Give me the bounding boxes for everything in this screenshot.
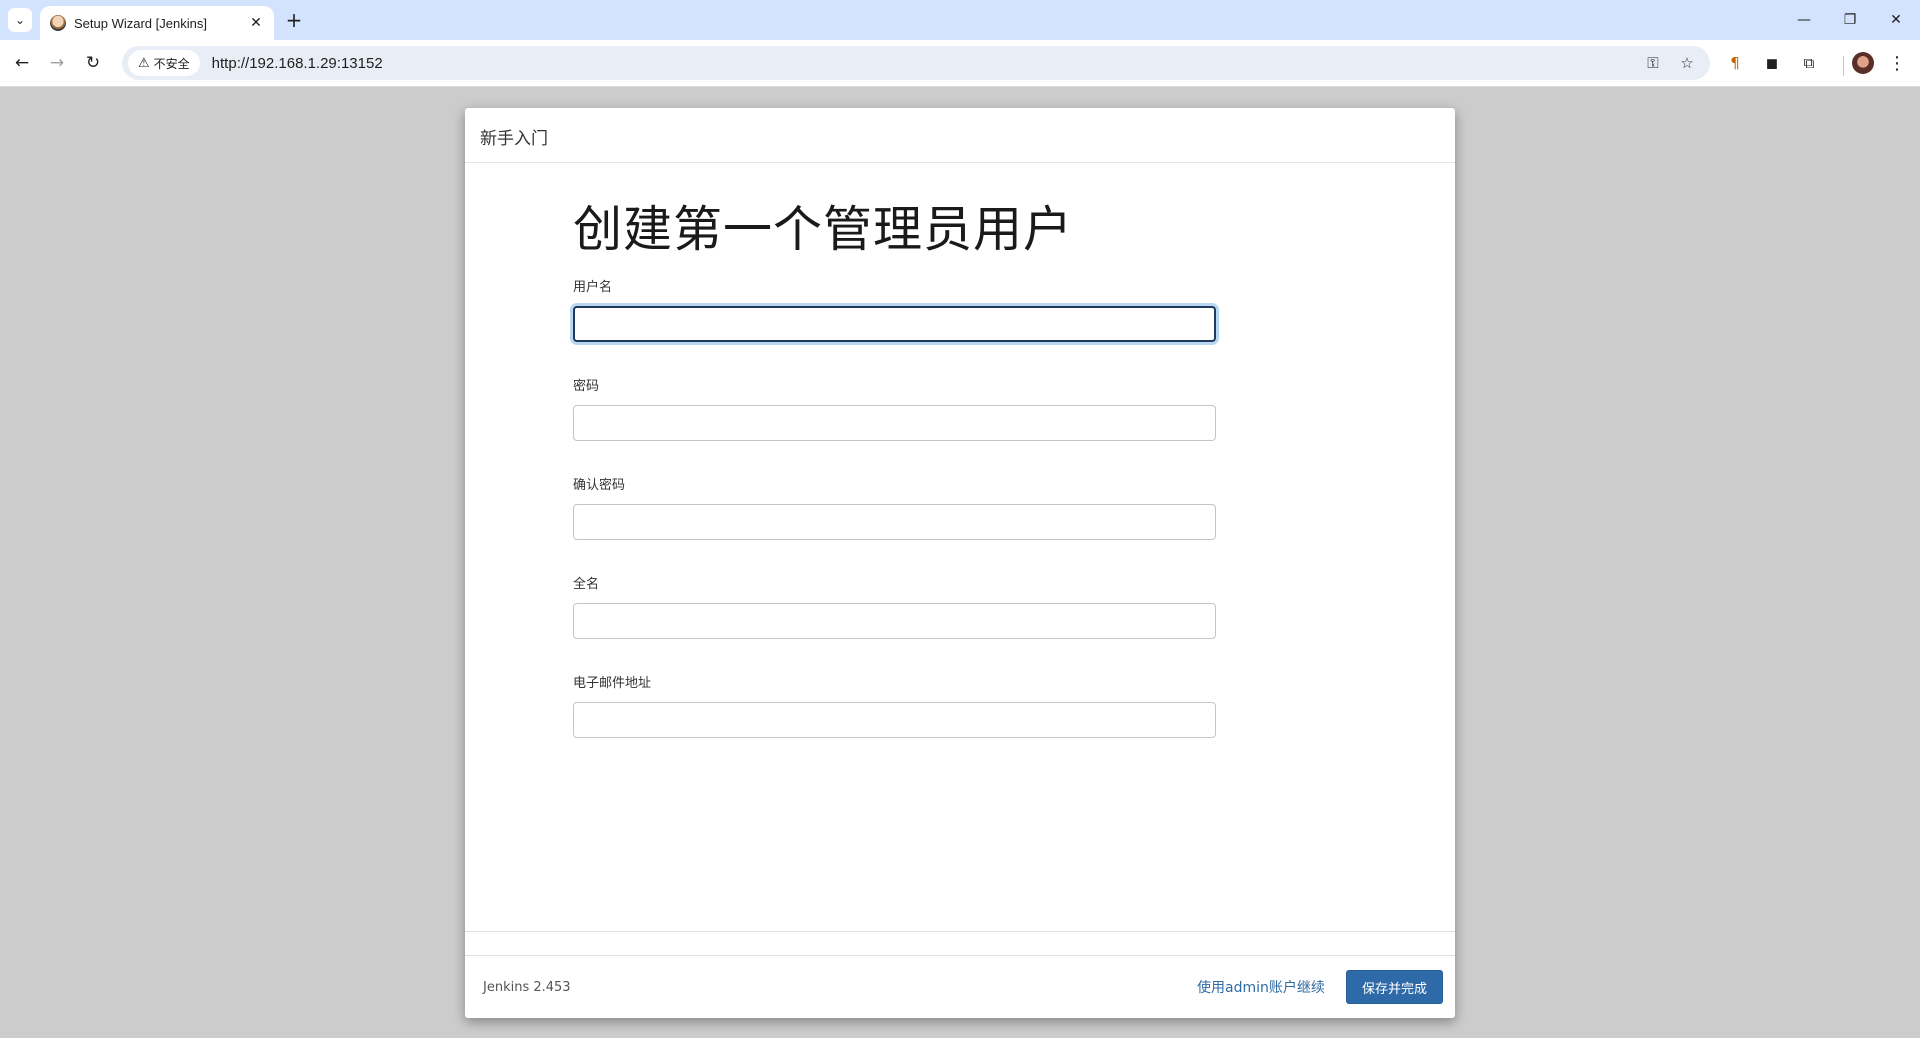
minimize-icon[interactable]: — — [1781, 0, 1827, 40]
email-label: 电子邮件地址 — [573, 676, 652, 691]
reload-icon[interactable]: ↻ — [80, 50, 106, 76]
password-label: 密码 — [573, 379, 600, 394]
tab-title: Setup Wizard [Jenkins] — [74, 15, 207, 31]
media-extension-icon[interactable]: ◼ — [1759, 50, 1785, 76]
fullname-input[interactable] — [573, 603, 1216, 639]
jenkins-favicon — [50, 15, 66, 31]
confirm-password-input[interactable] — [573, 504, 1216, 540]
back-icon[interactable]: ← — [9, 50, 35, 76]
url-text[interactable]: http://192.168.1.29:13152 — [212, 55, 383, 72]
confirm-password-label: 确认密码 — [573, 478, 626, 493]
more-icon[interactable]: ⋮ — [1884, 50, 1910, 76]
save-and-finish-button[interactable]: 保存并完成 — [1346, 970, 1443, 1004]
page-title: 创建第一个管理员用户 — [573, 201, 1074, 258]
dialog-header-title: 新手入门 — [480, 129, 548, 149]
window-close-icon[interactable]: ✕ — [1873, 0, 1919, 40]
username-label: 用户名 — [573, 280, 613, 295]
footer-divider — [465, 955, 1455, 956]
tab-list-icon[interactable]: ⌄ — [8, 8, 32, 32]
password-key-icon[interactable]: ⚿ — [1640, 50, 1666, 76]
plus-icon[interactable]: + — [282, 8, 306, 32]
email-field[interactable] — [573, 702, 1216, 738]
close-icon[interactable]: ✕ — [246, 15, 266, 31]
tab-strip: ⌄ Setup Wizard [Jenkins] ✕ + — ❐ ✕ — [0, 0, 1920, 40]
dialog-header: 新手入门 — [465, 108, 1455, 163]
extension-icon[interactable]: ⧉ — [1796, 50, 1822, 76]
toolbar-divider — [1843, 56, 1844, 76]
username-input[interactable] — [573, 306, 1216, 342]
security-label: 不安全 — [153, 56, 190, 71]
footer-divider — [465, 931, 1455, 932]
security-chip[interactable]: ⚠ 不安全 — [128, 50, 200, 76]
paragraph-extension-icon[interactable]: ¶ — [1722, 50, 1748, 76]
address-bar[interactable]: ⚠ 不安全 http://192.168.1.29:13152 ⚿ ☆ — [122, 46, 1710, 80]
fullname-label: 全名 — [573, 577, 600, 592]
password-input[interactable] — [573, 405, 1216, 441]
profile-avatar[interactable] — [1852, 52, 1874, 74]
restore-icon[interactable]: ❐ — [1827, 0, 1873, 40]
continue-as-admin-link[interactable]: 使用admin账户继续 — [1197, 977, 1325, 997]
warning-icon: ⚠ — [138, 55, 150, 71]
jenkins-version: Jenkins 2.453 — [483, 980, 571, 995]
setup-wizard-dialog: 新手入门 创建第一个管理员用户 用户名 密码 确认密码 全名 电子邮件地址 Je… — [465, 108, 1455, 1018]
tab-setup-wizard[interactable]: Setup Wizard [Jenkins] ✕ — [40, 6, 274, 40]
star-icon[interactable]: ☆ — [1674, 50, 1700, 76]
browser-toolbar: ← → ↻ ⚠ 不安全 http://192.168.1.29:13152 ⚿ … — [0, 40, 1920, 87]
forward-icon[interactable]: → — [44, 50, 70, 76]
